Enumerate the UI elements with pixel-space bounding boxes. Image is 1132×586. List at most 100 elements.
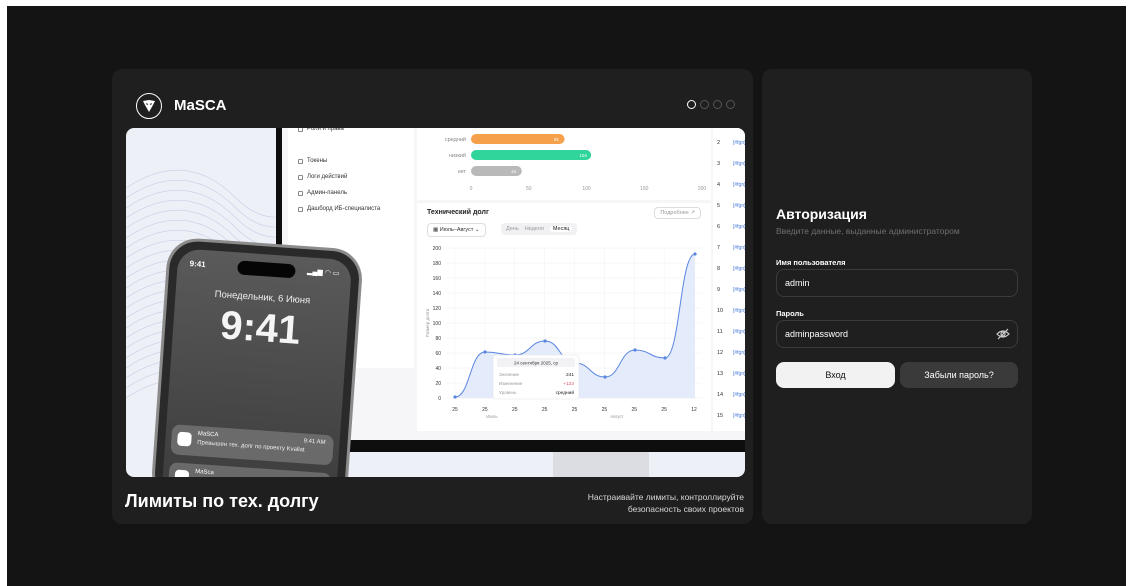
x-tick-label: 25 (542, 407, 548, 413)
issue-link: [#fgn] (733, 161, 745, 167)
phone-notification-2: MaSca (167, 462, 332, 477)
data-point (543, 339, 547, 343)
issue-link: [#fgn] (733, 329, 745, 335)
x-tick-label: 50 (526, 186, 532, 192)
dynamic-island (237, 260, 296, 279)
issue-number: 3 (717, 161, 721, 167)
menu-item-icon (298, 206, 303, 212)
notification-app: MaSCA (197, 431, 219, 439)
menu-item-label: Дашборд ИБ-специалиста (307, 206, 381, 212)
y-axis-label: Размер долга (425, 308, 430, 337)
y-tick-label: 80 (435, 336, 441, 342)
severity-bar-chart: средний 81 низкий 104 нет 44 0 50 100 150 200 (417, 128, 711, 200)
issue-link: [#fgn] (733, 140, 745, 146)
x-tick-label: 25 (631, 407, 637, 413)
issue-number: 9 (717, 287, 721, 293)
y-tick-label: 180 (433, 261, 442, 267)
issue-number: 13 (717, 371, 724, 377)
username-input[interactable] (776, 269, 1018, 297)
slide-description: Настраивайте лимиты, контроллируйте безо… (587, 492, 744, 514)
issue-number: 14 (717, 392, 724, 398)
y-tick-label: 60 (435, 351, 441, 357)
phone-mockup: 9:41 ▂▄▆ ◠ ▭ Понедельник, 6 Июня 9:41 Ma… (153, 239, 361, 477)
tooltip-row-label: Значение (499, 372, 519, 377)
menu-item-label: Токены (307, 158, 328, 164)
menu-item-icon (298, 174, 303, 180)
app-icon (176, 431, 192, 447)
bar-value-label: 104 (579, 153, 587, 158)
carousel-dot[interactable] (713, 100, 722, 109)
x-tick-label: 200 (698, 186, 707, 192)
y-tick-label: 40 (435, 366, 441, 372)
eye-off-icon[interactable] (996, 327, 1010, 341)
tooltip-row-value: +123 (563, 381, 574, 387)
phone-clock: 9:41 (218, 303, 302, 353)
phone-lockscreen: 9:41 ▂▄▆ ◠ ▭ Понедельник, 6 Июня 9:41 Ma… (161, 248, 353, 477)
severity-bar (471, 150, 592, 160)
username-label: Имя пользователя (776, 258, 846, 267)
issue-link: [#fgn] (733, 203, 745, 209)
password-label: Пароль (776, 309, 804, 318)
bar-category-label: нет (458, 169, 467, 175)
issues-list: 2 [#fgn] 3 [#fgn] 4 [#fgn] 5 [#fgn] 6 [#fgn] 7 [#fg… (713, 128, 745, 431)
tooltip-date: 24 сентября 2025, ср (514, 361, 558, 366)
issue-number: 11 (717, 329, 723, 335)
carousel-indicators (687, 100, 735, 109)
issue-number: 15 (717, 413, 724, 419)
brand-name: MaSCA (174, 97, 227, 114)
issue-link: [#fgn] (733, 245, 745, 251)
password-input[interactable] (776, 320, 1018, 348)
x-tick-label: 25 (452, 407, 458, 413)
issue-number: 2 (717, 140, 721, 146)
tooltip-row-label: Уровень (499, 390, 517, 395)
data-point (603, 375, 607, 379)
x-tick-label: 150 (640, 186, 649, 192)
carousel-dot[interactable] (687, 100, 696, 109)
menu-item-icon (298, 128, 303, 132)
app-icon (174, 469, 190, 477)
phone-status-time: 9:41 (189, 259, 206, 270)
data-point (453, 395, 457, 399)
issue-link: [#fgn] (733, 371, 745, 377)
bar-category-label: низкий (449, 152, 466, 159)
issue-link: [#fgn] (733, 308, 745, 314)
window-left-border (0, 0, 7, 586)
bar-value-label: 44 (511, 169, 517, 174)
notification-time: 9:41 AM (303, 438, 326, 446)
monitor-stand (553, 452, 649, 477)
y-tick-label: 160 (433, 276, 442, 282)
issue-number: 4 (717, 182, 721, 188)
chart-tooltip: 24 сентября 2025, ср Значение 241 Изменение… (492, 354, 580, 400)
data-point (693, 252, 697, 256)
promo-card: MaSCA Роли и права Токены Логи действий Адм… (112, 69, 753, 524)
shield-mask-icon (143, 100, 155, 112)
issue-link: [#fgn] (733, 182, 745, 188)
forgot-password-button[interactable]: Забыли пароль? (900, 362, 1018, 388)
notification-message: Превышен тех. долг по проекту Kvallat (196, 439, 305, 454)
issue-link: [#fgn] (733, 413, 745, 419)
phone-notification: MaSCA 9:41 AM Превышен тех. долг по прое… (170, 424, 335, 466)
issue-number: 5 (717, 203, 721, 209)
x-tick-label: 25 (661, 407, 667, 413)
y-tick-label: 20 (435, 381, 441, 387)
brand-logo (136, 93, 162, 119)
x-tick-label: 25 (512, 407, 518, 413)
menu-item-label: Админ-панель (307, 190, 347, 196)
slide-image: Роли и права Токены Логи действий Админ-пан… (126, 128, 745, 477)
login-button[interactable]: Вход (776, 362, 895, 388)
data-point (633, 348, 637, 352)
tech-debt-line-chart: 200180160140120100806040200Размер долга2… (425, 246, 702, 419)
dashboard-menu-item: Админ-панель (298, 190, 347, 196)
menu-item-label: Роли и права (307, 128, 344, 132)
menu-item-icon (298, 158, 303, 164)
severity-bar (471, 134, 565, 144)
issue-number: 7 (717, 245, 721, 251)
y-tick-label: 200 (433, 246, 442, 252)
carousel-dot[interactable] (700, 100, 709, 109)
tooltip-row-value: средний (556, 389, 575, 396)
carousel-dot[interactable] (726, 100, 735, 109)
dashboard-menu-item: Роли и права (298, 128, 344, 132)
data-point (483, 350, 487, 354)
auth-subtitle: Введите данные, выданные администратором (776, 226, 960, 236)
issue-number: 6 (717, 224, 721, 230)
